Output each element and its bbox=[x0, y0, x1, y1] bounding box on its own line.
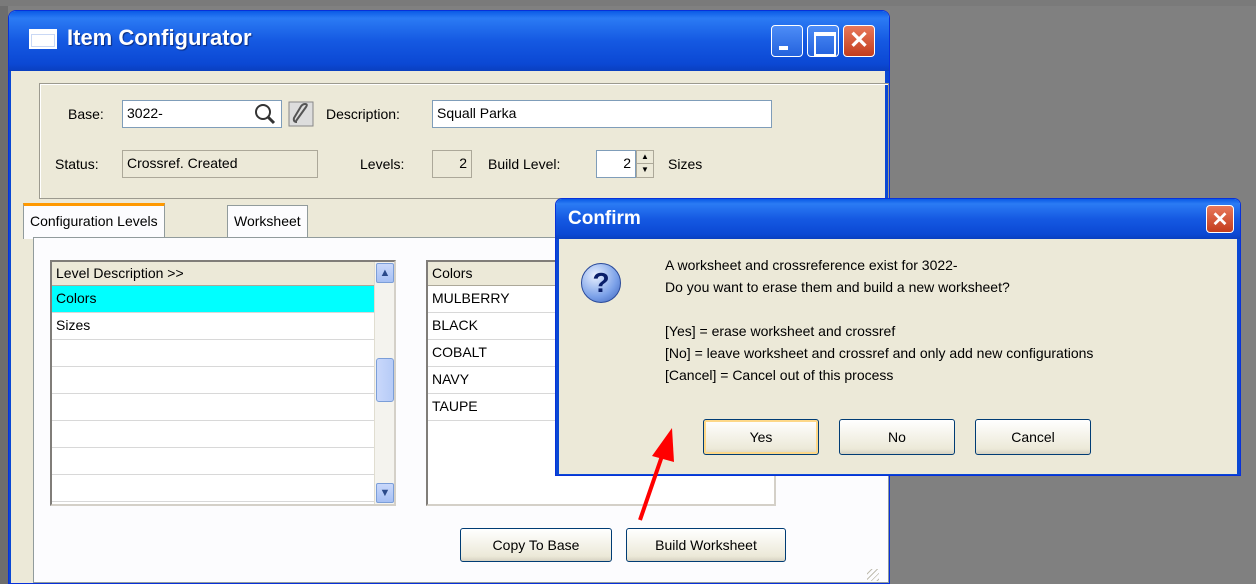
scroll-up-icon[interactable]: ▲ bbox=[376, 263, 394, 283]
dialog-titlebar[interactable]: Confirm ✕ bbox=[556, 199, 1240, 239]
tab-configuration-levels[interactable]: Configuration Levels bbox=[23, 203, 165, 239]
levels-label: Levels: bbox=[360, 156, 405, 172]
copy-to-base-button[interactable]: Copy To Base bbox=[460, 528, 612, 562]
no-button[interactable]: No bbox=[839, 419, 955, 455]
base-label: Base: bbox=[68, 106, 104, 122]
resize-grip[interactable] bbox=[867, 569, 879, 581]
cancel-button[interactable]: Cancel bbox=[975, 419, 1091, 455]
scroll-thumb[interactable] bbox=[376, 358, 394, 402]
build-level-label: Build Level: bbox=[488, 156, 561, 172]
levels-grid[interactable]: Level Description >> Colors Sizes ▲ ▼ bbox=[50, 260, 396, 506]
stepper-up-icon[interactable]: ▲ bbox=[637, 151, 653, 164]
desktop-top-edge bbox=[0, 0, 1256, 6]
close-icon: ✕ bbox=[1211, 209, 1229, 231]
description-label: Description: bbox=[326, 106, 400, 122]
window-titlebar[interactable]: Item Configurator ✕ bbox=[9, 11, 889, 71]
build-worksheet-button[interactable]: Build Worksheet bbox=[626, 528, 786, 562]
question-icon: ? bbox=[581, 263, 621, 303]
item-header-group: Base: 3022- Description: Squall Parka St… bbox=[39, 83, 889, 199]
window-app-icon bbox=[29, 29, 57, 49]
status-field: Crossref. Created bbox=[122, 150, 318, 178]
build-level-name: Sizes bbox=[668, 156, 703, 172]
scroll-down-icon[interactable]: ▼ bbox=[376, 483, 394, 503]
yes-button[interactable]: Yes bbox=[703, 419, 819, 455]
levels-grid-row[interactable]: Sizes bbox=[52, 313, 378, 340]
desktop-left-edge bbox=[0, 0, 8, 584]
dialog-title: Confirm bbox=[568, 208, 641, 229]
dialog-message-line: Do you want to erase them and build a ne… bbox=[665, 279, 1010, 295]
dialog-message-line: [Yes] = erase worksheet and crossref bbox=[665, 323, 896, 339]
minimize-button[interactable] bbox=[771, 25, 803, 57]
build-level-stepper[interactable]: ▲ ▼ bbox=[636, 150, 654, 178]
search-icon[interactable] bbox=[252, 101, 278, 127]
dialog-message-line: [Cancel] = Cancel out of this process bbox=[665, 367, 894, 383]
dialog-message-line: A worksheet and crossreference exist for… bbox=[665, 257, 958, 273]
dialog-close-button[interactable]: ✕ bbox=[1206, 205, 1234, 233]
stepper-down-icon[interactable]: ▼ bbox=[637, 164, 653, 177]
tab-worksheet[interactable]: Worksheet bbox=[227, 205, 308, 237]
close-icon: ✕ bbox=[848, 27, 870, 54]
dialog-message-line: [No] = leave worksheet and crossref and … bbox=[665, 345, 1094, 361]
levels-grid-row[interactable] bbox=[52, 367, 378, 394]
dialog-body: ? A worksheet and crossreference exist f… bbox=[556, 239, 1240, 475]
build-level-field[interactable]: 2 bbox=[596, 150, 636, 178]
status-label: Status: bbox=[55, 156, 99, 172]
levels-grid-row[interactable] bbox=[52, 475, 378, 502]
window-title: Item Configurator bbox=[67, 25, 252, 50]
levels-grid-row[interactable] bbox=[52, 394, 378, 421]
confirm-dialog: Confirm ✕ ? A worksheet and crossreferen… bbox=[555, 198, 1241, 476]
levels-grid-row[interactable] bbox=[52, 421, 378, 448]
levels-grid-header[interactable]: Level Description >> bbox=[52, 262, 378, 286]
levels-grid-row[interactable] bbox=[52, 448, 378, 475]
levels-grid-row[interactable]: Colors bbox=[52, 286, 378, 313]
description-field[interactable]: Squall Parka bbox=[432, 100, 772, 128]
levels-grid-scrollbar[interactable]: ▲ ▼ bbox=[374, 262, 394, 504]
paperclip-icon[interactable] bbox=[288, 101, 314, 127]
maximize-button[interactable] bbox=[807, 25, 839, 57]
levels-field: 2 bbox=[432, 150, 472, 178]
levels-grid-row[interactable] bbox=[52, 340, 378, 367]
close-button[interactable]: ✕ bbox=[843, 25, 875, 57]
